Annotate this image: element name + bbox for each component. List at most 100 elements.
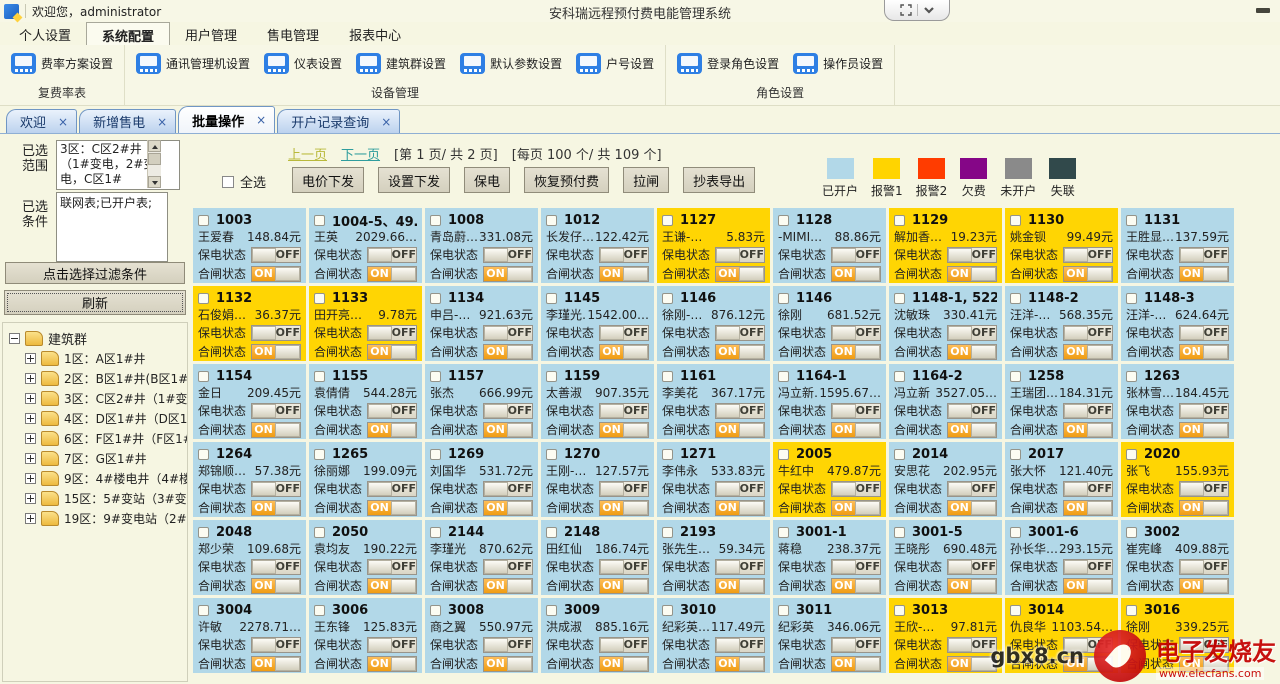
next-page-link[interactable]: 下一页 [341, 144, 380, 163]
card-checkbox[interactable] [314, 449, 325, 460]
expand-plus-icon[interactable] [25, 473, 36, 484]
protect-toggle[interactable]: OFF [483, 403, 533, 419]
protect-toggle[interactable]: OFF [483, 637, 533, 653]
select-all-checkbox[interactable] [222, 176, 234, 188]
meter-card[interactable]: 1133 田开亮… 9.78元 保电状态 OFF 合闸状态 ON [309, 286, 422, 361]
document-tab[interactable]: 欢迎 × [6, 109, 77, 133]
protect-toggle[interactable]: OFF [367, 247, 417, 263]
meter-card[interactable]: 3009 洪成淑 885.16元 保电状态 OFF 合闸状态 ON [541, 598, 654, 673]
protect-toggle[interactable]: OFF [831, 325, 881, 341]
card-checkbox[interactable] [778, 605, 789, 616]
card-checkbox[interactable] [1126, 449, 1137, 460]
switch-toggle[interactable]: ON [251, 578, 301, 594]
meter-card[interactable]: 1148-3 汪洋-… 624.64元 保电状态 OFF 合闸状态 ON [1121, 286, 1234, 361]
meter-card[interactable]: 1012 长发仔… 122.42元 保电状态 OFF 合闸状态 ON [541, 208, 654, 283]
meter-card[interactable]: 1164-1 冯立新… 1595.67… 保电状态 OFF 合闸状态 ON [773, 364, 886, 439]
meter-card[interactable]: 2017 张大怀 121.40元 保电状态 OFF 合闸状态 ON [1005, 442, 1118, 517]
meter-card[interactable]: 3008 商之翼 550.97元 保电状态 OFF 合闸状态 ON [425, 598, 538, 673]
meter-card[interactable]: 1159 太善淑 907.35元 保电状态 OFF 合闸状态 ON [541, 364, 654, 439]
switch-toggle[interactable]: ON [831, 656, 881, 672]
scroll-down-icon[interactable] [148, 176, 161, 188]
ribbon-button[interactable]: 建筑群设置 [349, 49, 453, 78]
action-button[interactable]: 电价下发 [292, 167, 364, 193]
switch-toggle[interactable]: ON [1179, 344, 1229, 360]
switch-toggle[interactable]: ON [831, 266, 881, 282]
protect-toggle[interactable]: OFF [1063, 559, 1113, 575]
meter-card[interactable]: 1271 李伟永 533.83元 保电状态 OFF 合闸状态 ON [657, 442, 770, 517]
ribbon-button[interactable]: 操作员设置 [786, 49, 890, 78]
card-checkbox[interactable] [662, 605, 673, 616]
expand-plus-icon[interactable] [25, 513, 36, 524]
meter-card[interactable]: 1161 李美花 367.17元 保电状态 OFF 合闸状态 ON [657, 364, 770, 439]
card-checkbox[interactable] [198, 605, 209, 616]
switch-toggle[interactable]: ON [367, 344, 417, 360]
switch-toggle[interactable]: ON [367, 500, 417, 516]
protect-toggle[interactable]: OFF [831, 637, 881, 653]
tree-item[interactable]: 15区：5#变站（3#变电 [3, 488, 187, 508]
meter-card[interactable]: 1130 姚金钡 99.49元 保电状态 OFF 合闸状态 ON [1005, 208, 1118, 283]
meter-card[interactable]: 2193 张先生… 59.34元 保电状态 OFF 合闸状态 ON [657, 520, 770, 595]
meter-card[interactable]: 1148-2 汪洋-… 568.35元 保电状态 OFF 合闸状态 ON [1005, 286, 1118, 361]
switch-toggle[interactable]: ON [715, 344, 765, 360]
card-checkbox[interactable] [314, 527, 325, 538]
menu-item[interactable]: 用户管理 [170, 22, 252, 45]
meter-card[interactable]: 3001-1 蒋稳 238.37元 保电状态 OFF 合闸状态 ON [773, 520, 886, 595]
protect-toggle[interactable]: OFF [251, 559, 301, 575]
switch-toggle[interactable]: ON [1063, 500, 1113, 516]
switch-toggle[interactable]: ON [715, 500, 765, 516]
ribbon-button[interactable]: 仪表设置 [257, 49, 349, 78]
protect-toggle[interactable]: OFF [483, 481, 533, 497]
range-scrollbar[interactable] [147, 140, 161, 188]
card-checkbox[interactable] [894, 215, 905, 226]
protect-toggle[interactable]: OFF [483, 247, 533, 263]
card-checkbox[interactable] [1010, 371, 1021, 382]
switch-toggle[interactable]: ON [1063, 344, 1113, 360]
meter-card[interactable]: 1128 -MIMI… 88.86元 保电状态 OFF 合闸状态 ON [773, 208, 886, 283]
protect-toggle[interactable]: OFF [483, 559, 533, 575]
tree-item[interactable]: 3区：C区2#井（1#变电 [3, 388, 187, 408]
meter-card[interactable]: 1157 张杰 666.99元 保电状态 OFF 合闸状态 ON [425, 364, 538, 439]
card-checkbox[interactable] [1010, 293, 1021, 304]
protect-toggle[interactable]: OFF [251, 637, 301, 653]
meter-card[interactable]: 1154 金日 209.45元 保电状态 OFF 合闸状态 ON [193, 364, 306, 439]
tree-item[interactable]: 19区：9#变电站（2#楼 [3, 508, 187, 528]
switch-toggle[interactable]: ON [947, 422, 997, 438]
card-checkbox[interactable] [1126, 371, 1137, 382]
switch-toggle[interactable]: ON [1063, 578, 1113, 594]
card-checkbox[interactable] [546, 371, 557, 382]
protect-toggle[interactable]: OFF [947, 325, 997, 341]
switch-toggle[interactable]: ON [947, 578, 997, 594]
card-checkbox[interactable] [894, 449, 905, 460]
menu-item[interactable]: 个人设置 [4, 22, 86, 45]
meter-card[interactable]: 2144 李瑾光 870.62元 保电状态 OFF 合闸状态 ON [425, 520, 538, 595]
card-checkbox[interactable] [546, 527, 557, 538]
meter-card[interactable]: 1270 王刚-… 127.57元 保电状态 OFF 合闸状态 ON [541, 442, 654, 517]
card-checkbox[interactable] [198, 215, 209, 226]
switch-toggle[interactable]: ON [947, 266, 997, 282]
switch-toggle[interactable]: ON [251, 344, 301, 360]
scroll-up-icon[interactable] [148, 140, 161, 152]
protect-toggle[interactable]: OFF [831, 403, 881, 419]
card-checkbox[interactable] [1010, 215, 1021, 226]
expand-plus-icon[interactable] [25, 493, 36, 504]
switch-toggle[interactable]: ON [367, 422, 417, 438]
tree-item[interactable]: 4区：D区1#井（D区1# [3, 408, 187, 428]
switch-toggle[interactable]: ON [599, 656, 649, 672]
action-button[interactable]: 抄表导出 [683, 167, 755, 193]
close-icon[interactable]: × [157, 115, 167, 129]
card-checkbox[interactable] [430, 527, 441, 538]
switch-toggle[interactable]: ON [251, 656, 301, 672]
card-checkbox[interactable] [198, 527, 209, 538]
tree-item[interactable]: 6区：F区1#井（F区1# [3, 428, 187, 448]
switch-toggle[interactable]: ON [483, 656, 533, 672]
card-checkbox[interactable] [546, 449, 557, 460]
card-checkbox[interactable] [430, 215, 441, 226]
expand-plus-icon[interactable] [25, 413, 36, 424]
collapse-icon[interactable] [9, 333, 20, 344]
card-checkbox[interactable] [662, 527, 673, 538]
switch-toggle[interactable]: ON [599, 266, 649, 282]
protect-toggle[interactable]: OFF [483, 325, 533, 341]
meter-card[interactable]: 2014 安思花 202.95元 保电状态 OFF 合闸状态 ON [889, 442, 1002, 517]
meter-card[interactable]: 1265 徐丽娜 199.09元 保电状态 OFF 合闸状态 ON [309, 442, 422, 517]
protect-toggle[interactable]: OFF [831, 247, 881, 263]
